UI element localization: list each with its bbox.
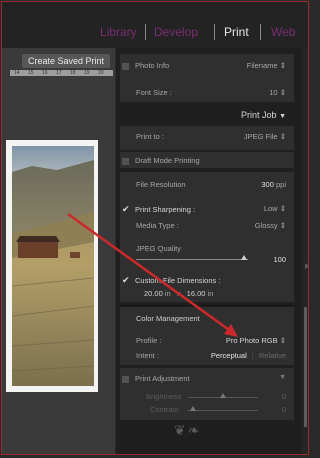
- lightroom-window: Library Develop Print Web Create Saved P…: [1, 1, 309, 455]
- annotation-arrow: [67, 212, 238, 337]
